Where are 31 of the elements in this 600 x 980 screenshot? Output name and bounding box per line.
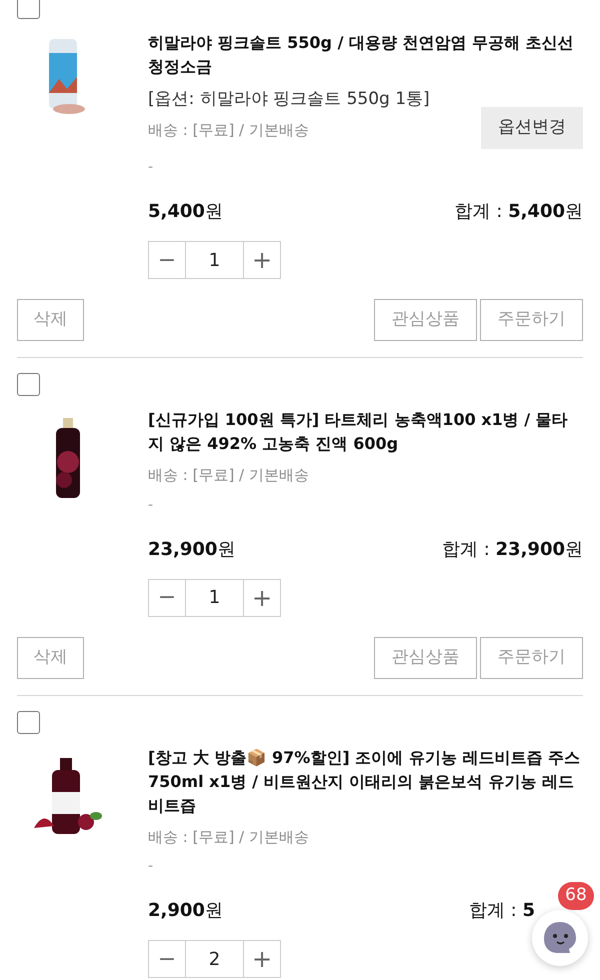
shipping-info: 배송 : [무료] / 기본배송: [148, 826, 310, 848]
checkbox[interactable]: [17, 710, 40, 734]
checkbox[interactable]: [17, 0, 40, 19]
option-text: [옵션: 히말라야 핑크솔트 550g 1통]: [148, 88, 430, 110]
note-text: -: [148, 158, 154, 177]
notification-badge: 68: [558, 882, 594, 910]
product-title[interactable]: 히말라야 핑크솔트 550g / 대용량 천연암염 무공해 초신선 청정소금: [148, 31, 583, 79]
chat-button[interactable]: [532, 910, 588, 966]
checkbox[interactable]: [17, 373, 40, 396]
total-price: 합계 : 5,400원: [454, 200, 583, 224]
total-price: 합계 : 5: [468, 899, 535, 923]
increase-button[interactable]: +: [243, 940, 281, 978]
note-text: -: [148, 857, 154, 876]
option-change-button[interactable]: 옵션변경: [481, 107, 583, 149]
unit-price: 23,900원: [148, 538, 236, 562]
quantity-field[interactable]: 1: [186, 578, 243, 616]
unit-price: 2,900원: [148, 899, 223, 923]
unit-price: 5,400원: [148, 200, 223, 224]
decrease-button[interactable]: −: [148, 241, 186, 279]
quantity-field[interactable]: 2: [186, 940, 243, 978]
increase-button[interactable]: +: [243, 578, 281, 616]
quantity-field[interactable]: 1: [186, 241, 243, 279]
shipping-info: 배송 : [무료] / 기본배송: [148, 120, 310, 141]
decrease-button[interactable]: −: [148, 578, 186, 616]
product-title[interactable]: [창고 大 방출📦 97%할인] 조이에 유기농 레드비트즙 주스 750ml x1병 / 비트원산지 이태리의 붉은보석 유기농 레드비트즙: [148, 746, 583, 818]
total-price: 합계 : 23,900원: [442, 538, 583, 562]
product-title[interactable]: [신규가입 100원 특가] 타트체리 농축액100 x1병 / 물타지 않은 492% 고농축 진액 600g: [148, 408, 583, 456]
decrease-button[interactable]: −: [148, 940, 186, 978]
note-text: -: [148, 496, 154, 514]
increase-button[interactable]: +: [243, 241, 281, 279]
shipping-info: 배송 : [무료] / 기본배송: [148, 465, 310, 486]
